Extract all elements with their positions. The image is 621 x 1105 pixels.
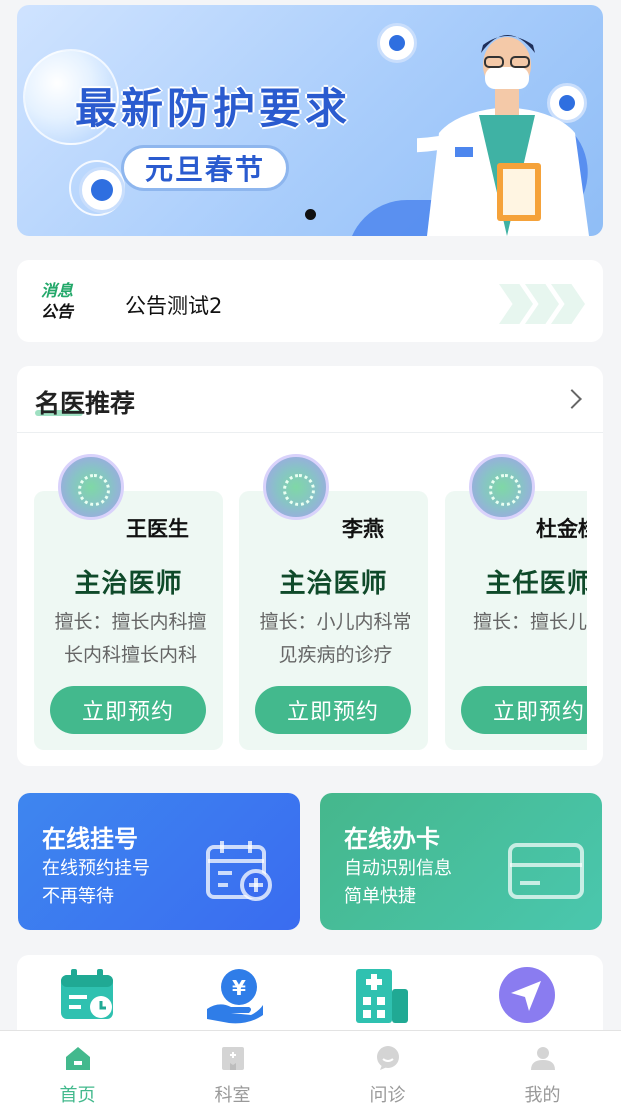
svg-text:¥: ¥ [232,976,246,1000]
tile-subtitle: 自动识别信息 简单快捷 [344,855,452,911]
doctor-name: 杜金桂 [536,517,587,541]
notice-bar[interactable]: 消息 公告 公告测试2 [17,260,603,342]
banner-title: 最新防护要求 [75,84,352,133]
doctor-specialty: 擅长：小儿内科常见疾病的诊疗 [259,611,412,666]
promo-banner[interactable]: 最新防护要求 元旦春节 [17,5,603,236]
doctor-name: 李燕 [342,517,384,541]
tile-line2: 简单快捷 [344,886,416,907]
recommended-doctors-section: 名医推荐 王医生 主治医师 擅长：擅长内科擅长内科擅长内科 立即预约 李燕 主治… [17,366,603,766]
chat-icon [377,1046,399,1070]
doctor-card[interactable]: 杜金桂 主任医师 擅长：擅长儿 立即预约 [445,491,587,750]
tab-label: 我的 [524,1085,561,1105]
doctor-rank: 主治医师 [279,569,388,599]
tab-label: 问诊 [369,1085,406,1105]
doctor-rank: 主治医师 [74,569,183,599]
chevrons-decoration [499,284,585,324]
doctor-card-list[interactable]: 王医生 主治医师 擅长：擅长内科擅长内科擅长内科 立即预约 李燕 主治医师 擅长… [34,454,587,754]
doctor-avatar [469,454,535,520]
chevron-right-icon[interactable] [562,389,582,409]
bank-card-icon [508,843,584,899]
tile-title: 在线挂号 [42,825,138,853]
doctor-specialty: 擅长：擅长内科擅长内科擅长内科 [54,611,207,666]
doctor-card[interactable]: 李燕 主治医师 擅长：小儿内科常见疾病的诊疗 立即预约 [239,491,428,750]
banner-subtitle: 元旦春节 [121,145,289,191]
online-card-tile[interactable]: 在线办卡 自动识别信息 简单快捷 [320,793,602,930]
tile-line2: 不再等待 [42,886,114,907]
quick-actions-row: ¥ [17,955,603,1035]
tab-consultation[interactable]: 问诊 [310,1031,465,1105]
notice-tag: 消息 公告 [41,280,81,322]
tab-home[interactable]: 首页 [0,1031,155,1105]
home-icon [66,1047,90,1070]
online-registration-tile[interactable]: 在线挂号 在线预约挂号 不再等待 [18,793,300,930]
bottom-tab-bar: 首页 科室 问诊 我的 [0,1030,621,1105]
book-now-button[interactable]: 立即预约 [461,686,587,734]
book-now-button[interactable]: 立即预约 [255,686,411,734]
tile-line1: 自动识别信息 [344,858,452,879]
doctor-specialty: 擅长：擅长儿 [473,611,587,633]
section-header[interactable]: 名医推荐 [17,366,603,433]
tile-title: 在线办卡 [344,825,440,853]
doctor-rank: 主任医师 [485,569,587,599]
virus-orb-icon [79,167,125,213]
tab-label: 科室 [214,1085,251,1105]
department-icon [222,1047,244,1070]
tile-line1: 在线预约挂号 [42,858,150,879]
navigation-arrow-icon[interactable] [497,965,557,1025]
doctor-name: 王医生 [126,517,189,541]
doctor-avatar [263,454,329,520]
book-now-button[interactable]: 立即预约 [50,686,206,734]
calendar-add-icon [206,841,272,901]
carousel-indicator-dot[interactable] [305,209,316,220]
notice-tag-line2: 公告 [41,302,74,321]
notice-text[interactable]: 公告测试2 [125,290,222,320]
payment-hand-icon[interactable]: ¥ [205,965,265,1025]
user-icon [531,1047,555,1070]
doctor-avatar [58,454,124,520]
section-title: 名医推荐 [35,389,136,418]
tab-department[interactable]: 科室 [155,1031,310,1105]
appointment-calendar-icon[interactable] [57,965,117,1025]
doctor-illustration [417,35,589,236]
tab-profile[interactable]: 我的 [465,1031,620,1105]
drop-orb-icon [377,23,417,63]
hospital-building-icon[interactable] [352,965,412,1025]
tab-label: 首页 [59,1085,96,1105]
notice-tag-line1: 消息 [41,281,74,300]
tile-subtitle: 在线预约挂号 不再等待 [42,855,150,911]
doctor-card[interactable]: 王医生 主治医师 擅长：擅长内科擅长内科擅长内科 立即预约 [34,491,223,750]
